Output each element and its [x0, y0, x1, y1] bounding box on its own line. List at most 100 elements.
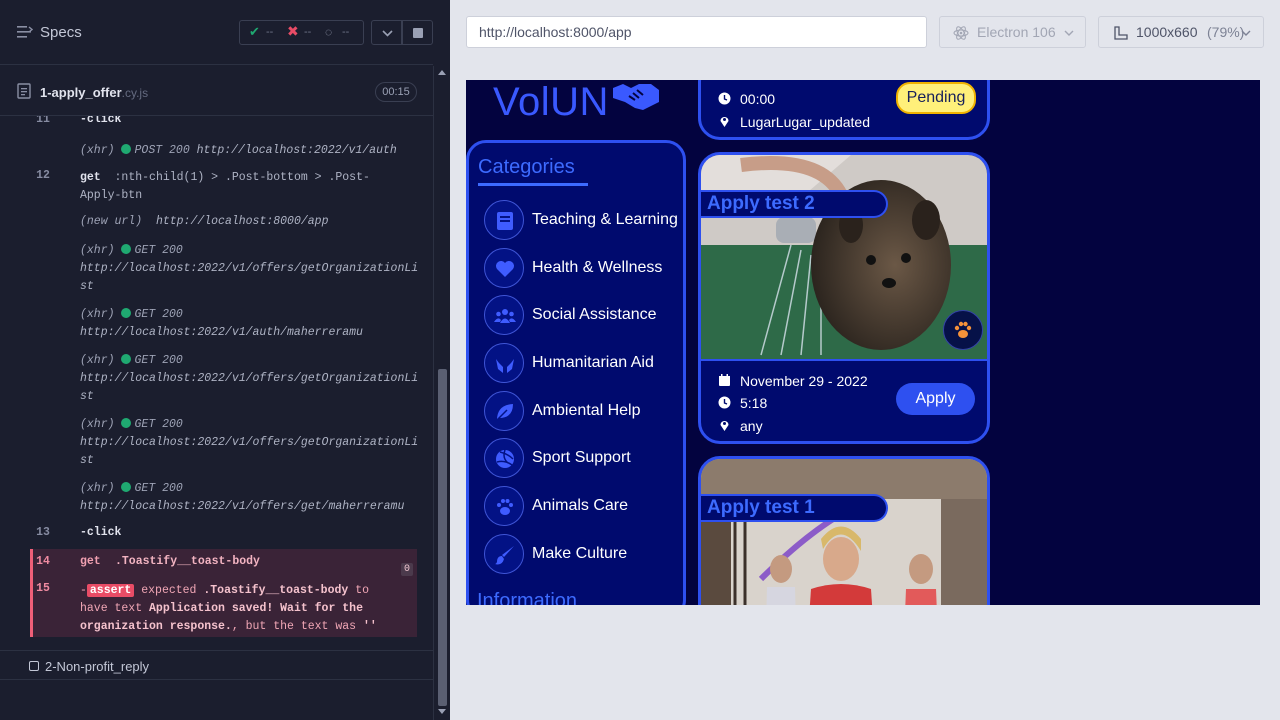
offer-card: Apply test 1 [698, 456, 990, 605]
test-stats: ✔ -- ✖ -- ◌ -- [239, 20, 364, 45]
failed-count: -- [304, 26, 312, 38]
command-number: 13 [36, 526, 50, 539]
xhr-method: GET 200 [134, 308, 183, 321]
pending-icon: ◌ [325, 25, 333, 39]
category-animals-care[interactable]: Animals Care [484, 486, 684, 528]
offer-time-row: 00:00 [718, 91, 838, 109]
status-badge: Pending [896, 82, 976, 114]
paw-icon [954, 321, 972, 338]
brush-icon [484, 534, 524, 574]
command-selector: .Toastify__toast-body [115, 555, 260, 568]
scrollbar[interactable] [433, 66, 450, 720]
command-row[interactable]: 14 get .Toastify__toast-body 0 [33, 555, 417, 576]
xhr-row[interactable]: (xhr) GET 200 http://localhost:2022/v1/of… [30, 352, 419, 404]
stop-icon [413, 28, 423, 38]
category-health-wellness[interactable]: Health & Wellness [484, 248, 684, 290]
new-url-kind: (new url) [80, 215, 143, 228]
command-row[interactable]: 12 get :nth-child(1) > .Post-bottom > .P… [30, 169, 417, 209]
browser-select[interactable]: Electron 106 [939, 16, 1086, 48]
scrollbar-thumb[interactable] [438, 369, 447, 706]
status-dot-icon [120, 244, 131, 254]
offer-time: 5:18 [740, 395, 768, 411]
book-icon [484, 200, 524, 240]
offer-title: Apply test 2 [701, 190, 888, 218]
offer-card: Apply test 2 November 29 - 2022 5:18 any… [698, 152, 990, 444]
offer-date-row: November 29 - 2022 [718, 373, 888, 391]
category-label: Social Assistance [532, 306, 657, 323]
offer-time: 00:00 [740, 91, 776, 107]
new-url-row[interactable]: (new url) http://localhost:8000/app [30, 213, 417, 233]
stop-button[interactable] [402, 20, 433, 45]
people-icon [484, 295, 524, 335]
command-name: -click [80, 526, 122, 539]
spec-ext: .cy.js [121, 86, 149, 100]
xhr-row[interactable]: (xhr) GET 200 http://localhost:2022/v1/au… [30, 306, 417, 342]
assert-to: to [355, 584, 370, 597]
specs-title[interactable]: Specs [40, 24, 82, 41]
assert-row[interactable]: 15 - assert expected .Toastify__toast-bod… [33, 582, 417, 636]
offer-date: November 29 - 2022 [740, 373, 868, 389]
category-paw-badge [943, 310, 983, 350]
clock-icon [718, 396, 731, 409]
information-title: Information [477, 590, 578, 605]
scroll-down-icon[interactable] [438, 709, 446, 714]
command-row[interactable]: 13 -click [30, 526, 417, 544]
categories-underline [478, 183, 588, 186]
xhr-row[interactable]: (xhr) GET 200 http://localhost:2022/v1/of… [30, 480, 417, 516]
category-make-culture[interactable]: Make Culture [484, 534, 684, 576]
category-humanitarian-aid[interactable]: Humanitarian Aid [484, 343, 684, 385]
brand-logo-text[interactable]: VolUN [493, 80, 609, 125]
viewport-select[interactable]: 1000x660 (79%) [1098, 16, 1264, 48]
chevron-down-icon [1064, 30, 1074, 36]
failed-command-block[interactable]: 14 get .Toastify__toast-body 0 15 - asser… [30, 549, 417, 637]
xhr-row[interactable]: (xhr) POST 200 http://localhost:2022/v1/a… [30, 142, 417, 162]
next-spec-row[interactable]: 2-Non-profit_reply [0, 650, 433, 680]
xhr-method: GET 200 [134, 418, 183, 431]
category-label: Health & Wellness [532, 259, 663, 276]
category-teaching-learning[interactable]: Teaching & Learning [484, 200, 684, 242]
category-sport-support[interactable]: Sport Support [484, 438, 684, 480]
command-name: -click [80, 116, 122, 126]
url-bar[interactable]: http://localhost:8000/app [466, 16, 927, 48]
scroll-up-icon[interactable] [438, 70, 446, 75]
xhr-url: http://localhost:2022/v1/offers/getOrgan… [80, 262, 419, 293]
status-dot-icon [120, 354, 131, 364]
offer-time-row: 5:18 [718, 395, 838, 413]
xhr-kind: (xhr) [80, 144, 115, 157]
xhr-kind: (xhr) [80, 418, 115, 431]
category-ambiental-help[interactable]: Ambiental Help [484, 391, 684, 433]
xhr-row[interactable]: (xhr) GET 200 http://localhost:2022/v1/of… [30, 242, 419, 294]
assert-expected: expected [141, 584, 197, 597]
xhr-url: http://localhost:2022/v1/offers/getOrgan… [80, 372, 419, 403]
pending-count: -- [342, 26, 350, 38]
xhr-row[interactable]: (xhr) GET 200 http://localhost:2022/v1/of… [30, 416, 418, 468]
status-dot-icon [120, 482, 131, 492]
collapse-button[interactable] [371, 20, 402, 45]
assert-but: , but the text was [231, 620, 357, 633]
handshake-icon [613, 84, 659, 110]
xhr-url: http://localhost:2022/v1/auth/maherreram… [80, 326, 363, 339]
category-label: Teaching & Learning [532, 211, 678, 228]
spec-filename: 1-apply_offer.cy.js [40, 85, 148, 100]
viewport-size: 1000x660 [1136, 24, 1198, 40]
passed-count: -- [266, 26, 274, 38]
element-count-badge: 0 [401, 563, 413, 576]
categories-panel: Categories Teaching & Learning Health & … [466, 140, 686, 605]
runner-header: Specs ✔ -- ✖ -- ◌ -- [0, 0, 433, 65]
xhr-method: GET 200 [134, 244, 183, 257]
xhr-method: GET 200 [134, 354, 183, 367]
specs-list-icon[interactable] [17, 25, 33, 39]
category-label: Humanitarian Aid [532, 354, 654, 371]
cypress-runner-panel: Specs ✔ -- ✖ -- ◌ -- 1-apply_offer.cy.js… [0, 0, 450, 720]
status-dot-icon [120, 144, 131, 154]
assert-have: have text [80, 602, 143, 615]
xhr-url: http://localhost:2022/v1/auth [196, 144, 397, 157]
xhr-method: POST 200 [134, 144, 190, 157]
offer-date-row [718, 80, 838, 81]
hands-icon [484, 343, 524, 383]
spec-header-row[interactable]: 1-apply_offer.cy.js 00:15 [0, 66, 433, 116]
checkbox-icon [29, 661, 39, 671]
command-row[interactable]: 11 -click [30, 116, 417, 131]
category-social-assistance[interactable]: Social Assistance [484, 295, 684, 337]
apply-button[interactable]: Apply [896, 383, 975, 415]
